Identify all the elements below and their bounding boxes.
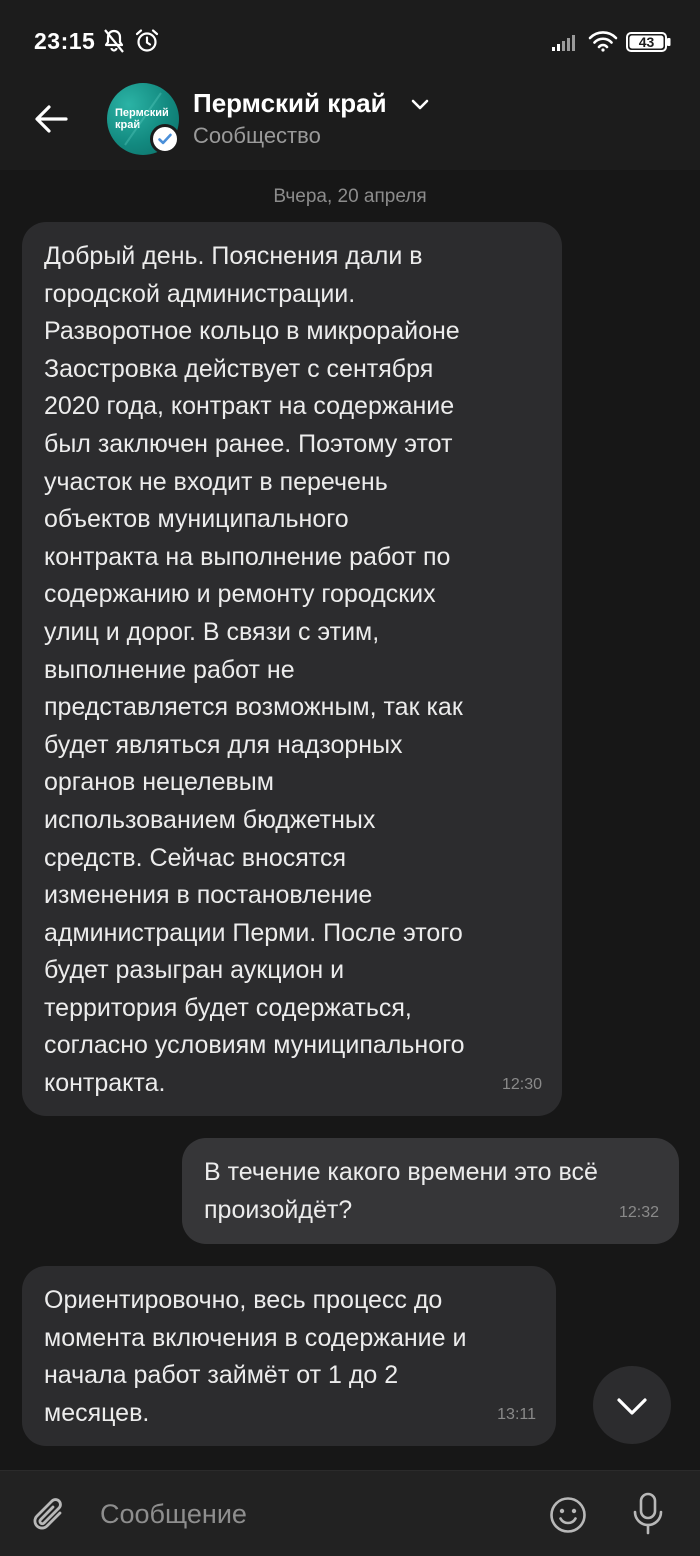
date-separator: Вчера, 20 апреля (273, 186, 427, 207)
chat-title[interactable]: Пермский край (193, 88, 387, 119)
voice-message-button[interactable] (630, 1491, 666, 1537)
microphone-icon (633, 1492, 663, 1535)
battery-level: 43 (638, 34, 655, 50)
chat-screen: 23:15 43 Пермский край Пермский край Соо… (0, 0, 700, 1556)
message-incoming[interactable]: Ориентировочно, весь процесс до момента … (22, 1266, 556, 1446)
verified-check-icon (150, 124, 180, 154)
message-text: Ориентировочно, весь процесс до момента … (44, 1286, 467, 1427)
notifications-off-icon (102, 28, 126, 59)
scroll-to-bottom-button[interactable] (593, 1366, 671, 1444)
message-time: 12:30 (501, 1076, 542, 1094)
attach-button[interactable] (30, 1493, 70, 1537)
alarm-icon (134, 28, 160, 59)
status-time: 23:15 (34, 28, 96, 54)
message-outgoing[interactable]: В течение какого времени это всё произой… (182, 1138, 679, 1244)
message-composer (0, 1470, 700, 1556)
message-text: Добрый день. Пояснения дали в городской … (44, 242, 465, 1098)
message-text: В течение какого времени это всё произой… (204, 1158, 598, 1224)
message-input[interactable] (100, 1489, 520, 1539)
chevron-down-icon (617, 1398, 647, 1415)
chevron-down-icon[interactable] (410, 98, 430, 112)
battery-icon: 43 (626, 32, 672, 57)
chat-header: Пермский край Пермский край Сообщество (0, 80, 700, 170)
message-incoming[interactable]: Добрый день. Пояснения дали в городской … (22, 222, 562, 1116)
message-time: 13:11 (497, 1406, 536, 1424)
status-bar: 23:15 43 (0, 0, 700, 80)
chat-subtitle: Сообщество (193, 123, 321, 148)
emoji-button[interactable] (548, 1495, 588, 1535)
back-button[interactable] (26, 94, 76, 144)
back-arrow-icon (35, 105, 68, 133)
paperclip-icon (33, 1498, 62, 1530)
wifi-icon (588, 30, 618, 57)
signal-icon (552, 33, 580, 56)
message-time: 12:32 (618, 1204, 659, 1222)
emoji-icon (550, 1497, 586, 1533)
